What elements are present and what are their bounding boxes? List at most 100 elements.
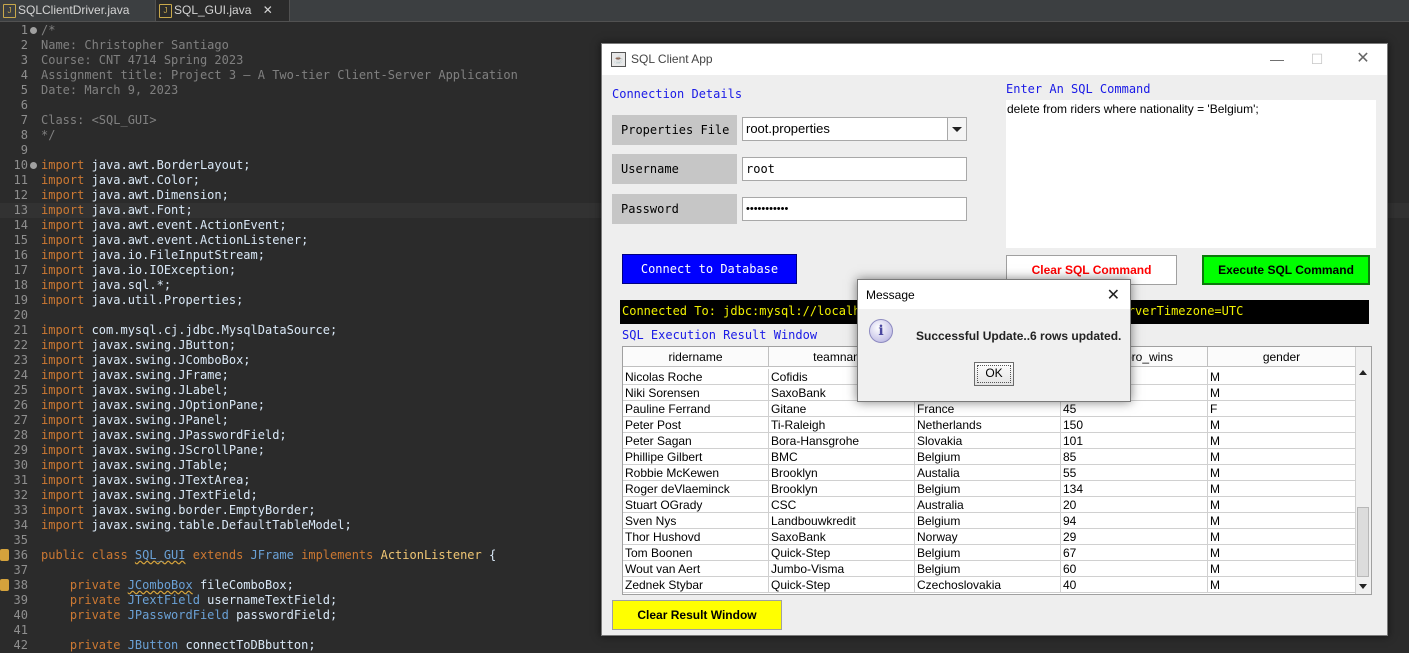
table-cell[interactable]: 45 bbox=[1061, 401, 1208, 417]
table-cell[interactable]: Jumbo-Visma bbox=[769, 561, 915, 577]
table-cell[interactable]: 94 bbox=[1061, 513, 1208, 529]
maximize-button[interactable]: ☐ bbox=[1302, 48, 1332, 70]
table-cell[interactable]: M bbox=[1208, 577, 1356, 593]
table-cell[interactable]: F bbox=[1208, 401, 1356, 417]
table-cell[interactable]: Roger deVlaeminck bbox=[623, 481, 769, 497]
table-cell[interactable]: Robbie McKewen bbox=[623, 465, 769, 481]
table-cell[interactable]: 85 bbox=[1061, 449, 1208, 465]
table-cell[interactable]: Stuart OGrady bbox=[623, 497, 769, 513]
table-cell[interactable]: Sven Nys bbox=[623, 513, 769, 529]
table-cell[interactable]: Quick-Step bbox=[769, 545, 915, 561]
table-cell[interactable]: Belgium bbox=[915, 449, 1061, 465]
tab-sqlclientdriver[interactable]: J SQLClientDriver.java bbox=[0, 0, 168, 21]
table-cell[interactable]: Belgium bbox=[915, 513, 1061, 529]
fold-toggle-icon[interactable] bbox=[30, 27, 37, 34]
connect-to-database-button[interactable]: Connect to Database bbox=[622, 254, 797, 284]
table-row[interactable]: Sven Nys Landbouwkredit Belgium 94 M bbox=[623, 513, 1356, 529]
table-cell[interactable]: Bora-Hansgrohe bbox=[769, 433, 915, 449]
table-cell[interactable]: Norway bbox=[915, 529, 1061, 545]
table-cell[interactable]: Austalia bbox=[915, 465, 1061, 481]
table-cell[interactable]: Landbouwkredit bbox=[769, 513, 915, 529]
table-row[interactable]: Tom Boonen Quick-Step Belgium 67 M bbox=[623, 545, 1356, 561]
table-cell[interactable]: Zednek Stybar bbox=[623, 577, 769, 593]
table-cell[interactable]: M bbox=[1208, 417, 1356, 433]
table-cell[interactable]: Belgium bbox=[915, 545, 1061, 561]
table-cell[interactable]: M bbox=[1208, 529, 1356, 545]
table-cell[interactable]: Belgium bbox=[915, 561, 1061, 577]
dialog-close-icon[interactable]: ✕ bbox=[1107, 285, 1120, 305]
table-cell[interactable]: M bbox=[1208, 481, 1356, 497]
column-header[interactable]: gender bbox=[1208, 347, 1356, 367]
table-cell[interactable]: 101 bbox=[1061, 433, 1208, 449]
sql-command-textarea[interactable]: delete from riders where nationality = '… bbox=[1006, 100, 1376, 248]
chevron-down-icon[interactable] bbox=[947, 118, 966, 140]
table-row[interactable]: Robbie McKewen Brooklyn Austalia 55 M bbox=[623, 465, 1356, 481]
table-cell[interactable]: Peter Post bbox=[623, 417, 769, 433]
execute-sql-command-button[interactable]: Execute SQL Command bbox=[1202, 255, 1370, 285]
table-row[interactable]: Stuart OGrady CSC Australia 20 M bbox=[623, 497, 1356, 513]
table-row[interactable]: Phillipe Gilbert BMC Belgium 85 M bbox=[623, 449, 1356, 465]
table-row[interactable]: Wout van Aert Jumbo-Visma Belgium 60 M bbox=[623, 561, 1356, 577]
table-cell[interactable]: 67 bbox=[1061, 545, 1208, 561]
password-field[interactable]: ••••••••••• bbox=[742, 197, 967, 221]
table-cell[interactable]: Australia bbox=[915, 497, 1061, 513]
tab-sql-gui[interactable]: J SQL_GUI.java ✕ bbox=[155, 0, 290, 21]
table-cell[interactable]: 60 bbox=[1061, 561, 1208, 577]
table-cell[interactable]: M bbox=[1208, 513, 1356, 529]
warning-icon[interactable] bbox=[0, 549, 9, 561]
table-cell[interactable]: Quick-Step bbox=[769, 577, 915, 593]
table-cell[interactable]: 20 bbox=[1061, 497, 1208, 513]
table-cell[interactable]: 55 bbox=[1061, 465, 1208, 481]
table-cell[interactable]: M bbox=[1208, 545, 1356, 561]
table-row[interactable]: Thor Hushovd SaxoBank Norway 29 M bbox=[623, 529, 1356, 545]
table-cell[interactable]: Brooklyn bbox=[769, 465, 915, 481]
table-cell[interactable]: Peter Sagan bbox=[623, 433, 769, 449]
table-cell[interactable]: Phillipe Gilbert bbox=[623, 449, 769, 465]
fold-toggle-icon[interactable] bbox=[30, 162, 37, 169]
table-cell[interactable]: SaxoBank bbox=[769, 529, 915, 545]
table-cell[interactable]: 29 bbox=[1061, 529, 1208, 545]
table-cell[interactable]: M bbox=[1208, 385, 1356, 401]
table-cell[interactable]: Netherlands bbox=[915, 417, 1061, 433]
table-cell[interactable]: Tom Boonen bbox=[623, 545, 769, 561]
table-cell[interactable]: Niki Sorensen bbox=[623, 385, 769, 401]
scroll-up-icon[interactable] bbox=[1356, 365, 1371, 380]
table-cell[interactable]: Pauline Ferrand bbox=[623, 401, 769, 417]
close-window-button[interactable]: ✕ bbox=[1348, 48, 1378, 70]
table-cell[interactable]: France bbox=[915, 401, 1061, 417]
table-cell[interactable]: M bbox=[1208, 497, 1356, 513]
table-cell[interactable]: Brooklyn bbox=[769, 481, 915, 497]
table-cell[interactable]: M bbox=[1208, 369, 1356, 385]
scroll-down-icon[interactable] bbox=[1356, 579, 1371, 594]
ok-button[interactable]: OK bbox=[974, 362, 1014, 386]
close-tab-icon[interactable]: ✕ bbox=[263, 3, 273, 17]
warning-icon[interactable] bbox=[0, 579, 9, 591]
column-header[interactable]: ridername bbox=[623, 347, 769, 367]
window-titlebar[interactable]: ☕ SQL Client App — ☐ ✕ bbox=[602, 44, 1387, 75]
table-cell[interactable]: 150 bbox=[1061, 417, 1208, 433]
table-cell[interactable]: M bbox=[1208, 561, 1356, 577]
table-cell[interactable]: Nicolas Roche bbox=[623, 369, 769, 385]
table-cell[interactable]: Slovakia bbox=[915, 433, 1061, 449]
table-cell[interactable]: M bbox=[1208, 465, 1356, 481]
table-row[interactable]: Peter Sagan Bora-Hansgrohe Slovakia 101 M bbox=[623, 433, 1356, 449]
scrollbar-thumb[interactable] bbox=[1357, 507, 1369, 577]
table-cell[interactable]: 134 bbox=[1061, 481, 1208, 497]
username-field[interactable]: root bbox=[742, 157, 967, 181]
clear-result-window-button[interactable]: Clear Result Window bbox=[612, 600, 782, 630]
table-row[interactable]: Roger deVlaeminck Brooklyn Belgium 134 M bbox=[623, 481, 1356, 497]
table-cell[interactable]: Belgium bbox=[915, 481, 1061, 497]
table-cell[interactable]: Gitane bbox=[769, 401, 915, 417]
properties-file-combobox[interactable]: root.properties bbox=[742, 117, 967, 141]
dialog-titlebar[interactable]: Message ✕ bbox=[858, 280, 1130, 309]
table-cell[interactable]: Thor Hushovd bbox=[623, 529, 769, 545]
table-row[interactable]: Zednek Stybar Quick-Step Czechoslovakia 40 M bbox=[623, 577, 1356, 593]
table-cell[interactable]: BMC bbox=[769, 449, 915, 465]
table-row[interactable]: Peter Post Ti-Raleigh Netherlands 150 M bbox=[623, 417, 1356, 433]
table-cell[interactable]: CSC bbox=[769, 497, 915, 513]
table-cell[interactable]: Wout van Aert bbox=[623, 561, 769, 577]
table-cell[interactable]: M bbox=[1208, 433, 1356, 449]
table-row[interactable]: Pauline Ferrand Gitane France 45 F bbox=[623, 401, 1356, 417]
table-cell[interactable]: Ti-Raleigh bbox=[769, 417, 915, 433]
table-cell[interactable]: 40 bbox=[1061, 577, 1208, 593]
